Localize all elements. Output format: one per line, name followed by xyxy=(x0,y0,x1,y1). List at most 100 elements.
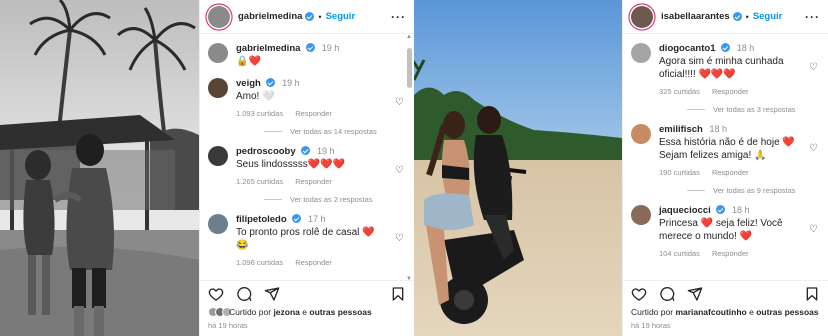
heart-icon[interactable] xyxy=(208,286,224,302)
comment-likes[interactable]: 1.265 curtidas xyxy=(236,177,283,186)
comment: veigh 19 h Amo! 🤍 1.093 curtidas Respond… xyxy=(208,77,406,118)
liked-by-others[interactable]: outras pessoas xyxy=(756,307,818,317)
comment-username[interactable]: pedroscooby xyxy=(236,146,296,157)
right-photo-image xyxy=(414,0,622,336)
comment-text: Essa história não é de hoje ❤️ Sejam fel… xyxy=(659,137,795,161)
verified-icon xyxy=(732,12,742,21)
comment: filipetoledo 17 h To pronto pros rolê de… xyxy=(208,213,406,267)
post-header: isabellaarantes • Seguir ··· xyxy=(623,0,828,34)
comment-likes[interactable]: 190 curtidas xyxy=(659,168,700,177)
comment-heart-icon[interactable]: ♡ xyxy=(395,233,404,244)
comment-username[interactable]: jaqueciocci xyxy=(659,205,711,216)
post-actions: Curtido por marianafcoutinho e outras pe… xyxy=(623,280,828,336)
post-header: gabrielmedina • Seguir ··· xyxy=(200,0,414,34)
bookmark-icon[interactable] xyxy=(804,286,820,302)
author-avatar[interactable] xyxy=(208,5,230,28)
liked-by-others[interactable]: outras pessoas xyxy=(309,307,371,317)
scroll-thumb[interactable] xyxy=(407,48,412,88)
comment-avatar[interactable] xyxy=(208,78,228,98)
comment: jaqueciocci 18 h Princesa ❤️ seja feliz!… xyxy=(631,204,820,258)
liked-by-suffix: e xyxy=(749,307,754,317)
scroll-up-arrow-icon[interactable]: ▲ xyxy=(406,34,412,40)
follow-button[interactable]: Seguir xyxy=(753,11,783,22)
comment-text: Princesa ❤️ seja feliz! Você merece o mu… xyxy=(659,218,783,242)
bookmark-icon[interactable] xyxy=(390,286,406,302)
comment-likes[interactable]: 1.096 curtidas xyxy=(236,258,283,267)
comment-username[interactable]: filipetoledo xyxy=(236,214,287,225)
view-replies[interactable]: Ver todas as 9 respostas xyxy=(687,186,820,195)
comment-username[interactable]: diogocanto1 xyxy=(659,43,715,54)
caption-username[interactable]: gabrielmedina xyxy=(236,43,300,54)
author-username[interactable]: gabrielmedina xyxy=(238,11,302,22)
comment-likes[interactable]: 1.093 curtidas xyxy=(236,109,283,118)
reply-button[interactable]: Responder xyxy=(295,177,332,186)
liked-by-suffix: e xyxy=(302,307,307,317)
liked-by-prefix: Curtido por xyxy=(229,307,272,317)
comment: emilifisch 18 h Essa história não é de h… xyxy=(631,123,820,177)
comment-heart-icon[interactable]: ♡ xyxy=(395,97,404,108)
comment-text: Amo! 🤍 xyxy=(236,91,275,102)
share-icon[interactable] xyxy=(264,286,280,302)
comment-username[interactable]: emilifisch xyxy=(659,124,703,135)
comment-time: 19 h xyxy=(316,146,335,156)
comment-heart-icon[interactable]: ♡ xyxy=(809,62,818,73)
comments-list[interactable]: gabrielmedina 19 h 🔒❤️ veigh 19 h Amo! 🤍… xyxy=(200,36,414,280)
comments-scrollbar[interactable]: ▲ ▼ xyxy=(406,34,412,282)
left-post-panel: gabrielmedina • Seguir ··· gabrielmedina… xyxy=(199,0,414,336)
reply-button[interactable]: Responder xyxy=(295,109,332,118)
verified-icon xyxy=(305,12,315,21)
heart-icon[interactable] xyxy=(631,286,647,302)
post-time-ago: há 19 horas xyxy=(631,321,671,330)
comment-text: Agora sim é minha cunhada oficial!!!! ❤️… xyxy=(659,56,784,80)
share-icon[interactable] xyxy=(687,286,703,302)
reply-button[interactable]: Responder xyxy=(295,258,332,267)
comment-heart-icon[interactable]: ♡ xyxy=(809,143,818,154)
view-replies[interactable]: Ver todas as 2 respostas xyxy=(264,195,406,204)
reply-button[interactable]: Responder xyxy=(712,249,749,258)
more-icon[interactable]: ··· xyxy=(391,10,406,24)
follow-button[interactable]: Seguir xyxy=(326,11,356,22)
liked-by-user[interactable]: jezona xyxy=(273,307,299,317)
reply-button[interactable]: Responder xyxy=(712,168,749,177)
separator-dot: • xyxy=(318,11,322,22)
verified-icon xyxy=(721,43,731,52)
comment-avatar[interactable] xyxy=(631,43,651,63)
separator-dot: • xyxy=(745,11,749,22)
comments-list[interactable]: diogocanto1 18 h Agora sim é minha cunha… xyxy=(623,36,828,280)
comment-avatar[interactable] xyxy=(208,214,228,234)
comment-heart-icon[interactable]: ♡ xyxy=(395,165,404,176)
right-post-photo[interactable] xyxy=(414,0,622,336)
verified-icon xyxy=(266,78,276,87)
author-username[interactable]: isabellaarantes xyxy=(661,11,730,22)
comment: pedroscooby 19 h Seus lindosssss❤️❤️❤️ 1… xyxy=(208,145,406,186)
comment-text: To pronto pros rolê de casal ❤️😂 xyxy=(236,227,375,251)
caption-avatar[interactable] xyxy=(208,43,228,63)
comment-heart-icon[interactable]: ♡ xyxy=(809,224,818,235)
comment-time: 18 h xyxy=(732,205,750,215)
liked-by-prefix: Curtido por xyxy=(631,307,674,317)
caption-time: 19 h xyxy=(321,43,340,53)
view-replies[interactable]: Ver todas as 14 respostas xyxy=(264,127,406,136)
more-icon[interactable]: ··· xyxy=(805,10,820,24)
view-replies[interactable]: Ver todas as 3 respostas xyxy=(687,105,820,114)
comment-time: 18 h xyxy=(736,43,755,53)
reply-button[interactable]: Responder xyxy=(712,87,749,96)
caption: gabrielmedina 19 h 🔒❤️ xyxy=(208,42,406,68)
liked-by: Curtido por jezona e outras pessoas xyxy=(208,307,406,317)
comment-avatar[interactable] xyxy=(208,146,228,166)
comment-icon[interactable] xyxy=(236,286,252,302)
author-avatar[interactable] xyxy=(631,5,653,28)
comment-time: 19 h xyxy=(282,78,300,88)
comment-icon[interactable] xyxy=(659,286,675,302)
comment-likes[interactable]: 325 curtidas xyxy=(659,87,700,96)
verified-icon xyxy=(306,43,316,52)
post-time-ago: há 19 horas xyxy=(208,321,248,330)
comment-username[interactable]: veigh xyxy=(236,78,261,89)
left-post-photo[interactable] xyxy=(0,0,199,336)
comment-likes[interactable]: 104 curtidas xyxy=(659,249,700,258)
comment-avatar[interactable] xyxy=(631,124,651,144)
comment: diogocanto1 18 h Agora sim é minha cunha… xyxy=(631,42,820,96)
comment-avatar[interactable] xyxy=(631,205,651,225)
liked-by-user[interactable]: marianafcoutinho xyxy=(675,307,746,317)
verified-icon xyxy=(716,205,726,214)
